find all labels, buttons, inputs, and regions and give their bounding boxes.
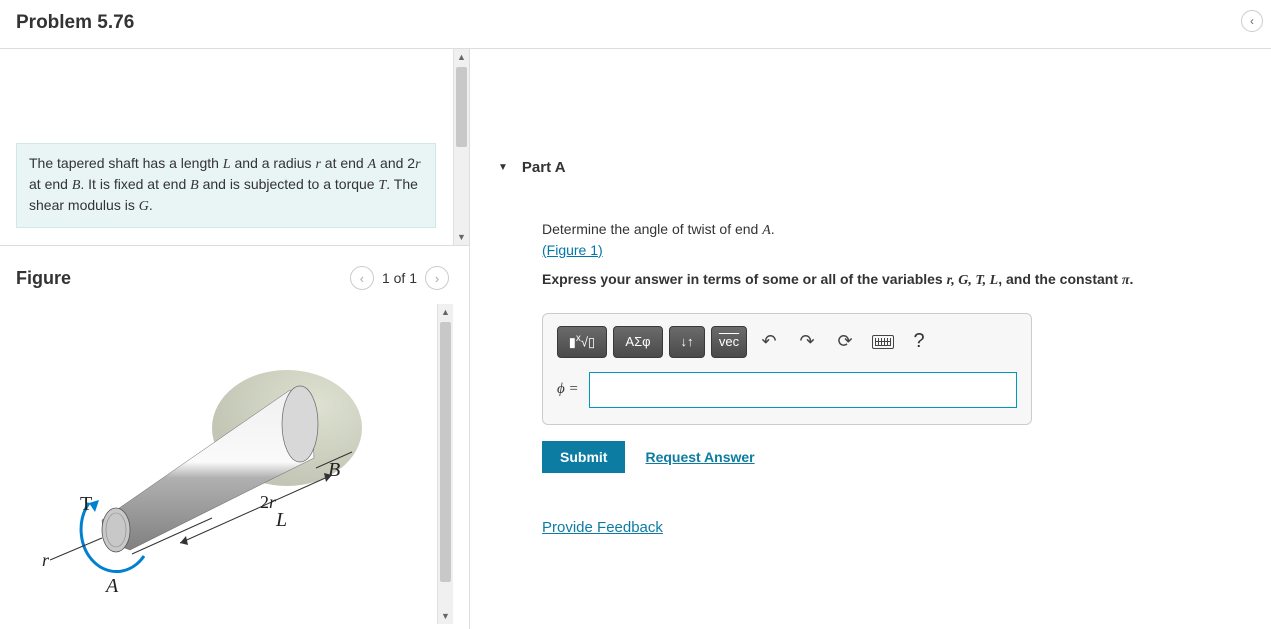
var-r2: r [415, 157, 420, 172]
text: The tapered shaft has a length [29, 155, 223, 171]
problem-title: Problem 5.76 [16, 12, 1255, 34]
figure-diagram: T r A B 2r L [32, 328, 402, 598]
page-header: Problem 5.76 ‹ [0, 0, 1271, 49]
part-header[interactable]: ▼ Part A [498, 159, 1251, 176]
figure-viewport: T r A B 2r L ▲ [16, 304, 453, 624]
var-B2: B [190, 178, 199, 193]
label-r: r [42, 550, 50, 570]
scroll-up-icon[interactable]: ▲ [438, 304, 453, 320]
text: . [149, 197, 153, 213]
action-row: Submit Request Answer [542, 441, 1251, 473]
provide-feedback-link[interactable]: Provide Feedback [542, 519, 1251, 536]
figure-header: Figure ‹ 1 of 1 › [16, 254, 453, 298]
help-button[interactable]: ? [905, 326, 933, 358]
figure-link[interactable]: (Figure 1) [542, 242, 603, 258]
var-L: L [223, 157, 231, 172]
scroll-thumb[interactable] [456, 67, 467, 147]
answer-input-row: ϕ = [557, 372, 1017, 408]
figure-nav: ‹ 1 of 1 › [350, 266, 449, 290]
undo-button[interactable]: ↶ [753, 326, 785, 358]
figure-next-button[interactable]: › [425, 266, 449, 290]
redo-icon: ↷ [799, 331, 814, 352]
label-A: A [104, 575, 119, 597]
phi-label: ϕ = [557, 381, 579, 398]
figure-link-line: (Figure 1) [542, 241, 1251, 261]
instruction-2: Express your answer in terms of some or … [542, 270, 1251, 291]
text: and is subjected to a torque [199, 176, 379, 192]
request-answer-link[interactable]: Request Answer [645, 449, 754, 465]
part-title: Part A [522, 159, 566, 176]
text: at end [321, 155, 368, 171]
text: and 2 [376, 155, 415, 171]
label-T: T [80, 493, 92, 515]
text: , and the constant [998, 271, 1122, 287]
part-body: Determine the angle of twist of end A. (… [542, 220, 1251, 536]
vec-button[interactable]: vec [711, 326, 747, 358]
scrollbar-desc[interactable]: ▲ ▼ [453, 49, 469, 245]
problem-description: The tapered shaft has a length L and a r… [16, 143, 436, 228]
text: Determine the angle of twist of end [542, 221, 762, 237]
math-toolbar: ▮x√▯ ΑΣφ ↓↑ vec ↶ ↷ ⟳ ? [557, 326, 1017, 358]
redo-button[interactable]: ↷ [791, 326, 823, 358]
vec-label: vec [719, 334, 739, 349]
text: . [771, 221, 775, 237]
keyboard-button[interactable] [867, 326, 899, 358]
problem-description-pane: The tapered shaft has a length L and a r… [0, 49, 469, 245]
reset-icon: ⟳ [837, 331, 852, 352]
pi: π [1122, 273, 1130, 288]
figure-section: Figure ‹ 1 of 1 › [0, 245, 469, 629]
keyboard-icon [872, 335, 894, 349]
main-content: The tapered shaft has a length L and a r… [0, 49, 1271, 629]
triangle-down-icon: ▼ [498, 162, 508, 173]
scroll-down-icon[interactable]: ▼ [438, 608, 453, 624]
left-column: The tapered shaft has a length L and a r… [0, 49, 470, 629]
svg-text:2r: 2r [260, 492, 277, 512]
reset-button[interactable]: ⟳ [829, 326, 861, 358]
scrollbar-figure[interactable]: ▲ ▼ [437, 304, 453, 624]
text: and a radius [231, 155, 316, 171]
scroll-thumb[interactable] [440, 322, 451, 582]
vars-list: r, G, T, L [947, 273, 999, 288]
answer-input[interactable] [589, 372, 1017, 408]
submit-button[interactable]: Submit [542, 441, 625, 473]
greek-button[interactable]: ΑΣφ [613, 326, 663, 358]
chevron-left-icon: ‹ [1250, 14, 1254, 28]
right-column: ▼ Part A Determine the angle of twist of… [470, 49, 1271, 629]
figure-body: T r A B 2r L [16, 304, 453, 614]
scroll-down-icon[interactable]: ▼ [454, 229, 469, 245]
var-A: A [368, 157, 377, 172]
templates-icon: ▮x√▯ [569, 333, 595, 350]
answer-box: ▮x√▯ ΑΣφ ↓↑ vec ↶ ↷ ⟳ ? [542, 313, 1032, 425]
collapse-button[interactable]: ‹ [1241, 10, 1263, 32]
subscript-button[interactable]: ↓↑ [669, 326, 705, 358]
undo-icon: ↶ [761, 331, 776, 352]
instruction-1: Determine the angle of twist of end A. [542, 220, 1251, 241]
text: . [1130, 271, 1134, 287]
label-L: L [275, 509, 287, 531]
scroll-up-icon[interactable]: ▲ [454, 49, 469, 65]
figure-title: Figure [16, 268, 71, 289]
figure-count: 1 of 1 [382, 270, 417, 286]
var-G: G [139, 199, 149, 214]
figure-prev-button[interactable]: ‹ [350, 266, 374, 290]
templates-button[interactable]: ▮x√▯ [557, 326, 607, 358]
text: at end [29, 176, 72, 192]
text: Express your answer in terms of some or … [542, 271, 947, 287]
text: . It is fixed at end [80, 176, 190, 192]
var-A: A [762, 223, 771, 238]
